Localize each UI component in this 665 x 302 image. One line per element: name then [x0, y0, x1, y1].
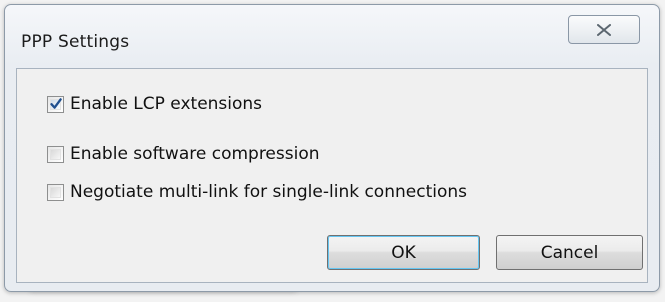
option-label: Negotiate multi-link for single-link con… — [70, 182, 467, 202]
ok-button[interactable]: OK — [327, 235, 480, 270]
enable-lcp-extensions-checkbox[interactable] — [47, 95, 64, 113]
close-icon — [597, 23, 611, 36]
dialog-title: PPP Settings — [21, 32, 130, 52]
checkmark-icon — [50, 97, 62, 109]
enable-software-compression-checkbox[interactable] — [47, 145, 64, 163]
option-enable-software-compression[interactable]: Enable software compression — [47, 144, 320, 164]
option-label: Enable LCP extensions — [70, 94, 263, 114]
close-button[interactable] — [568, 15, 640, 44]
dialog-content: Enable LCP extensions Enable software co… — [16, 68, 648, 283]
cancel-button[interactable]: Cancel — [496, 235, 643, 270]
option-enable-lcp-extensions[interactable]: Enable LCP extensions — [47, 94, 262, 114]
ppp-settings-dialog: PPP Settings Enable LCP extensions Enabl… — [4, 4, 660, 292]
option-label: Enable software compression — [70, 144, 320, 164]
option-negotiate-multi-link[interactable]: Negotiate multi-link for single-link con… — [47, 182, 467, 202]
negotiate-multi-link-checkbox[interactable] — [47, 183, 64, 201]
